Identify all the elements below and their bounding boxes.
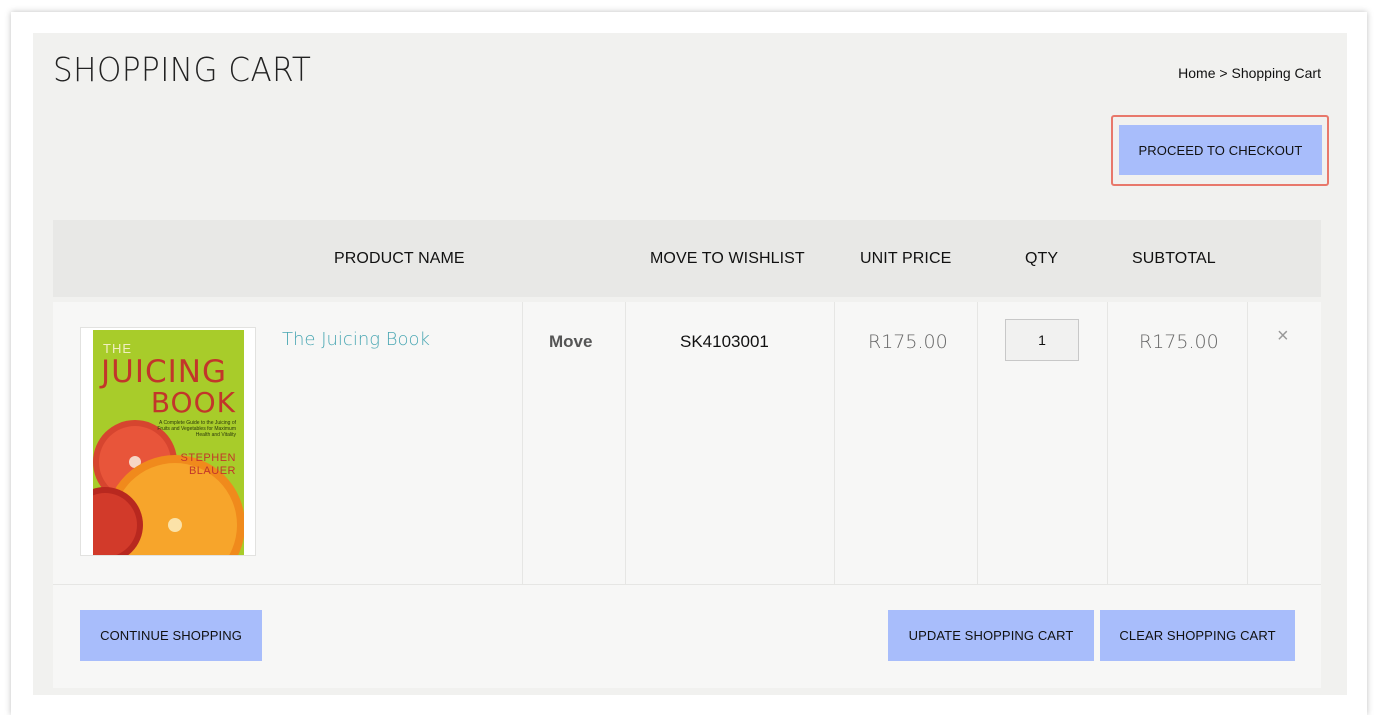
- row-subtotal: R175.00: [1139, 331, 1219, 353]
- page-title: SHOPPING CART: [53, 50, 312, 89]
- header-unit-price: UNIT PRICE: [860, 250, 952, 267]
- header-qty: QTY: [1025, 250, 1059, 267]
- cover-title-juicing: JUICING: [101, 354, 227, 390]
- column-divider: [625, 302, 626, 584]
- column-divider: [522, 302, 523, 584]
- proceed-to-checkout-button[interactable]: PROCEED TO CHECKOUT: [1119, 125, 1322, 175]
- cover-title-book: BOOK: [150, 386, 236, 419]
- cover-author-last: BLAUER: [188, 465, 236, 477]
- header-move-to-wishlist: MOVE TO WISHLIST: [650, 250, 805, 267]
- cover-subtitle: A Complete Guide to the Juicing of Fruit…: [157, 420, 236, 438]
- product-sku: SK4103001: [680, 332, 769, 351]
- column-divider: [834, 302, 835, 584]
- breadcrumb: Home > Shopping Cart: [1178, 65, 1321, 81]
- cover-author: STEPHEN BLAUER: [181, 452, 236, 478]
- continue-shopping-button[interactable]: CONTINUE SHOPPING: [80, 610, 262, 661]
- unit-price: R175.00: [868, 331, 948, 353]
- close-icon[interactable]: ×: [1277, 326, 1289, 346]
- column-divider: [1247, 302, 1248, 584]
- product-name-link[interactable]: The Juicing Book: [282, 329, 430, 350]
- move-to-wishlist-link[interactable]: Move: [549, 332, 592, 352]
- header-subtotal: SUBTOTAL: [1132, 250, 1216, 267]
- clear-shopping-cart-button[interactable]: CLEAR SHOPPING CART: [1100, 610, 1295, 661]
- product-cover-image[interactable]: THE JUICING BOOK A Complete Guide to the…: [93, 330, 244, 555]
- update-shopping-cart-button[interactable]: UPDATE SHOPPING CART: [888, 610, 1094, 661]
- header-product-name: PRODUCT NAME: [334, 250, 465, 267]
- column-divider: [977, 302, 978, 584]
- cover-author-first: STEPHEN: [180, 452, 236, 464]
- quantity-input[interactable]: [1005, 319, 1079, 361]
- breadcrumb-separator: >: [1215, 65, 1232, 81]
- breadcrumb-home-link[interactable]: Home: [1178, 65, 1215, 81]
- breadcrumb-current: Shopping Cart: [1231, 65, 1321, 81]
- column-divider: [1107, 302, 1108, 584]
